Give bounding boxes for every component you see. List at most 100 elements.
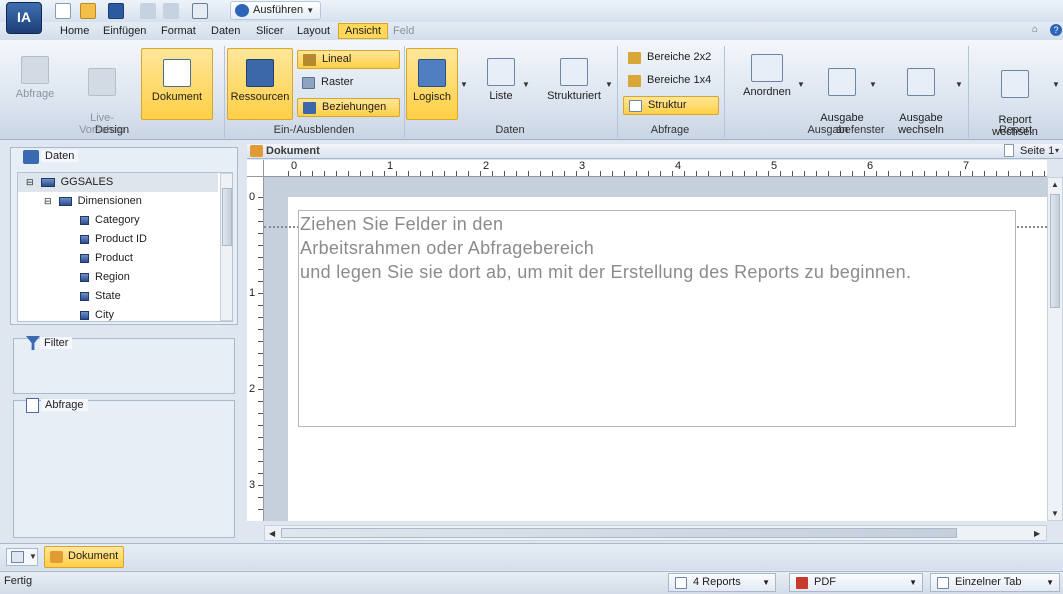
menu-feld: Feld — [393, 25, 415, 37]
tab-mode-label: Einzelner Tab — [955, 576, 1022, 588]
data-pane: Daten ⊟ GGSALES ⊟ Dimensionen Category P… — [10, 147, 238, 325]
data-pane-title: Daten — [41, 150, 79, 162]
ausgabe-wechseln-dropdown-icon[interactable]: ▼ — [955, 80, 963, 89]
pdf-icon — [796, 577, 808, 589]
document-titlebar: Dokument Seite 1 ▾ — [247, 144, 1063, 159]
menu-daten[interactable]: Daten — [211, 25, 240, 37]
chevron-down-icon: ▼ — [1046, 578, 1054, 587]
menu-home[interactable]: Home — [60, 25, 89, 37]
ressourcen-label: Ressourcen — [230, 91, 290, 103]
logical-icon — [418, 59, 446, 87]
page-selector[interactable]: Seite 1 — [1020, 145, 1054, 157]
document-icon — [163, 59, 191, 87]
filter-pane-title: Filter — [40, 337, 73, 349]
scroll-down-icon[interactable]: ▼ — [1051, 509, 1059, 518]
liste-dropdown-icon[interactable]: ▼ — [522, 80, 530, 89]
menu-format[interactable]: Format — [161, 25, 196, 37]
query-icon — [21, 56, 49, 84]
report-wechseln-dropdown-icon[interactable]: ▼ — [1052, 80, 1060, 89]
print-preview-icon[interactable] — [192, 3, 208, 19]
database-icon — [23, 150, 39, 164]
struktur-button[interactable]: Struktur — [623, 96, 719, 115]
format-dropdown[interactable]: PDF ▼ — [789, 573, 923, 592]
list-item[interactable]: Product — [80, 249, 133, 268]
field-icon — [80, 272, 89, 282]
reports-dropdown[interactable]: 4 Reports ▼ — [668, 573, 776, 592]
field-label: Product ID — [95, 233, 147, 245]
collapse-icon[interactable]: ⊟ — [44, 196, 52, 206]
liste-button[interactable]: Liste — [478, 58, 524, 102]
lineal-button[interactable]: Lineal — [297, 50, 400, 69]
window-list-icon — [11, 551, 24, 563]
chevron-down-icon[interactable]: ▾ — [1055, 146, 1059, 155]
list-item[interactable]: City — [80, 306, 114, 321]
strukturiert-button[interactable]: Strukturiert — [542, 58, 606, 102]
ausgabe-an-dropdown-icon[interactable]: ▼ — [869, 80, 877, 89]
run-icon — [235, 4, 249, 17]
document-icon — [250, 145, 263, 157]
scroll-right-icon[interactable]: ▶ — [1034, 529, 1040, 538]
strukturiert-dropdown-icon[interactable]: ▼ — [605, 80, 613, 89]
redo-icon[interactable] — [163, 3, 179, 19]
collapse-icon[interactable]: ⊟ — [26, 177, 34, 187]
ruler-label: 3 — [249, 479, 256, 491]
list-item[interactable]: Product ID — [80, 230, 147, 249]
field-icon — [80, 234, 89, 244]
status-text: Fertig — [4, 575, 33, 587]
ruler-label: 2 — [249, 383, 256, 395]
ruler-corner — [247, 160, 264, 177]
ressourcen-button[interactable]: Ressourcen — [227, 48, 293, 120]
list-item[interactable]: Category — [80, 211, 140, 230]
undo-icon[interactable] — [140, 3, 156, 19]
dokument-button[interactable]: Dokument — [141, 48, 213, 120]
chevron-down-icon: ▼ — [762, 578, 770, 587]
beziehungen-button[interactable]: Beziehungen — [297, 98, 400, 117]
tree-folder[interactable]: ⊟ Dimensionen — [44, 192, 142, 211]
tab-dokument[interactable]: Dokument — [44, 546, 124, 568]
cube-icon — [40, 177, 55, 187]
list-item[interactable]: State — [80, 287, 121, 306]
help-icon[interactable]: ? — [1050, 24, 1062, 36]
data-tree: ⊟ GGSALES ⊟ Dimensionen Category Product… — [17, 172, 233, 322]
menu-layout[interactable]: Layout — [297, 25, 330, 37]
ruler-label: 0 — [249, 191, 256, 203]
abfrage-button: Abfrage — [10, 56, 60, 100]
tab-mode-dropdown[interactable]: Einzelner Tab ▼ — [930, 573, 1060, 592]
dimensions-icon — [58, 196, 72, 206]
tree-root[interactable]: ⊟ GGSALES — [18, 173, 218, 192]
open-folder-icon[interactable] — [80, 3, 96, 19]
quick-access-toolbar: Ausführen ▼ — [0, 0, 1063, 22]
lineal-label: Lineal — [322, 53, 352, 65]
bereiche-1x4-button[interactable]: Bereiche 1x4 — [623, 72, 719, 91]
menu-ansicht[interactable]: Ansicht — [338, 23, 389, 39]
minimize-ribbon-icon[interactable]: ⌂ — [1032, 24, 1038, 35]
field-label: City — [95, 309, 114, 321]
group-label-design: Design — [94, 124, 130, 136]
new-document-icon[interactable] — [55, 3, 71, 19]
tree-scroll-thumb[interactable] — [222, 188, 232, 246]
logisch-dropdown-icon[interactable]: ▼ — [460, 80, 468, 89]
save-icon[interactable] — [108, 3, 124, 19]
app-logo[interactable]: IA — [6, 2, 42, 34]
grid-icon — [302, 77, 315, 89]
horizontal-scroll-thumb[interactable] — [281, 528, 957, 538]
anordnen-dropdown-icon[interactable]: ▼ — [797, 80, 805, 89]
bereiche-2x2-button[interactable]: Bereiche 2x2 — [623, 49, 719, 68]
horizontal-scrollbar[interactable]: ◀ ▶ — [264, 525, 1047, 541]
anordnen-label: Anordnen — [743, 86, 791, 98]
run-button[interactable]: Ausführen ▼ — [230, 1, 322, 20]
vertical-scroll-thumb[interactable] — [1050, 194, 1060, 308]
menu-slicer[interactable]: Slicer — [256, 25, 284, 37]
vertical-scrollbar[interactable]: ▲ ▼ — [1047, 177, 1063, 521]
structured-icon — [560, 58, 588, 86]
anordnen-button[interactable]: Anordnen — [736, 54, 798, 98]
window-list-button[interactable]: ▼ — [6, 548, 38, 566]
menu-einfuegen[interactable]: Einfügen — [103, 25, 146, 37]
scroll-left-icon[interactable]: ◀ — [269, 529, 275, 538]
tree-scrollbar[interactable] — [220, 173, 232, 321]
raster-button[interactable]: Raster — [297, 74, 400, 93]
strukturiert-label: Strukturiert — [547, 90, 601, 102]
list-item[interactable]: Region — [80, 268, 130, 287]
logisch-button[interactable]: Logisch — [406, 48, 458, 120]
scroll-up-icon[interactable]: ▲ — [1051, 180, 1059, 189]
